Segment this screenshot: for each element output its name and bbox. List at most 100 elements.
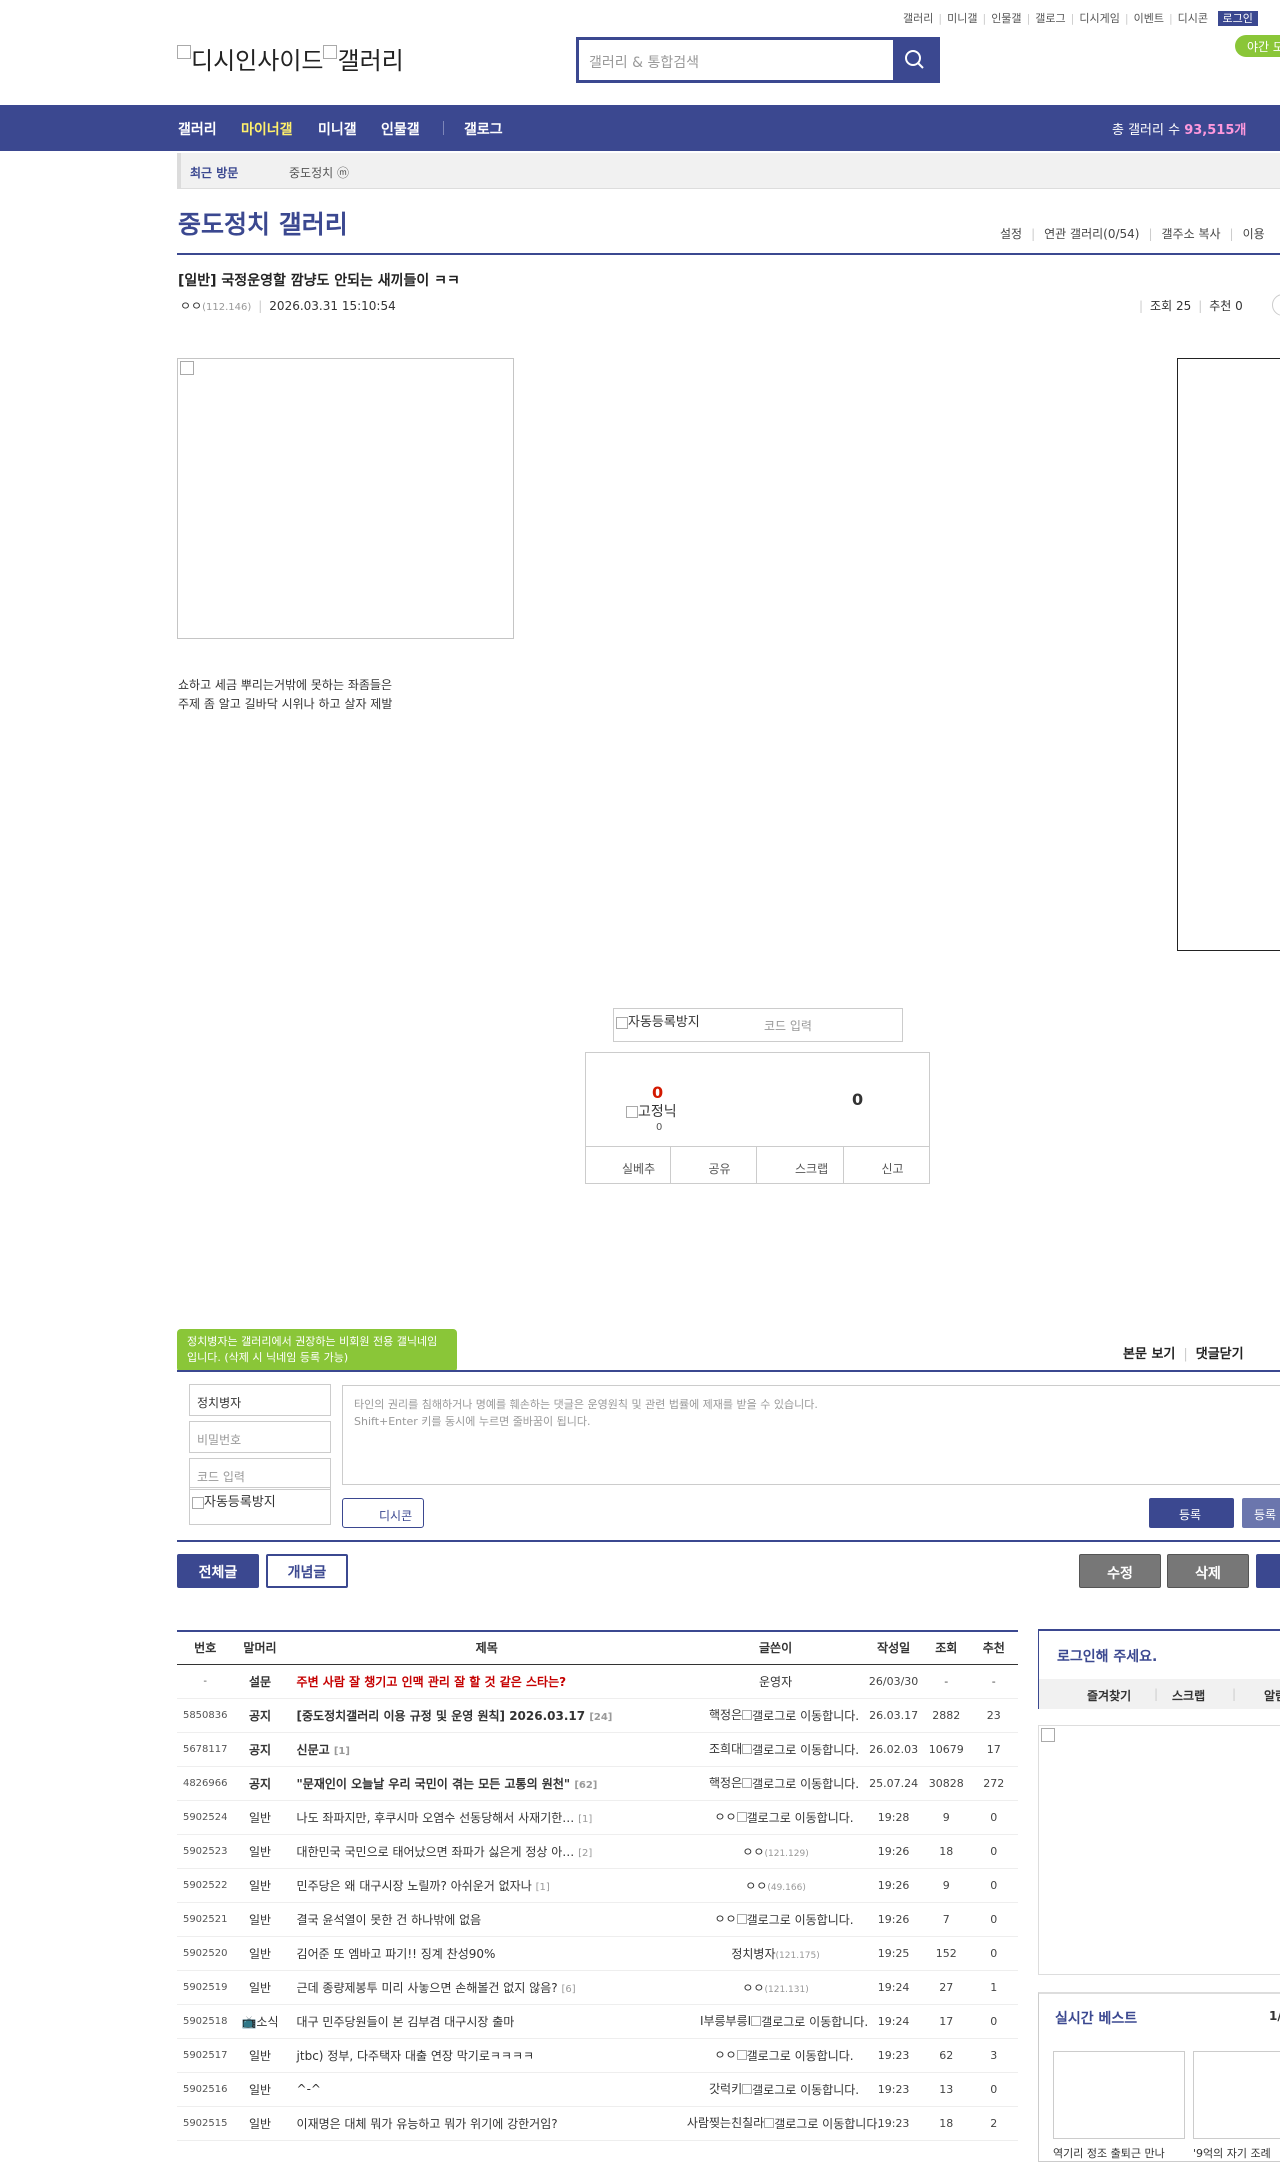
view-body-link[interactable]: 본문 보기 bbox=[1123, 1347, 1175, 1362]
reply-count[interactable]: [62] bbox=[574, 1780, 597, 1791]
post-title-link[interactable]: 신문고 bbox=[297, 1743, 330, 1757]
post-title-link[interactable]: 근데 종량제봉투 미리 사놓으면 손해볼건 없지 않음? bbox=[297, 1981, 558, 1995]
post-title-cell[interactable]: ^-^ bbox=[286, 2072, 687, 2107]
post-title-link[interactable]: ^-^ bbox=[297, 2082, 321, 2096]
login-prompt[interactable]: 로그인해 주세요. bbox=[1057, 1646, 1157, 1666]
writer-nick[interactable]: ㅇㅇ bbox=[715, 2048, 737, 2062]
post-title-cell[interactable]: 주변 사람 잘 챙기고 인맥 관리 잘 할 것 같은 스타는? bbox=[286, 1664, 687, 1699]
writer-nick[interactable]: 핵정은 bbox=[709, 1708, 742, 1722]
writer-nick[interactable]: ㅇㅇ bbox=[745, 1879, 767, 1893]
gallog-icon[interactable]: 갤로그로 이동합니다. bbox=[742, 1776, 859, 1792]
gallog-icon[interactable]: 갤로그로 이동합니다. bbox=[736, 1810, 854, 1826]
writer-nick[interactable]: ㅇㅇ bbox=[742, 1981, 764, 1995]
reply-count[interactable]: [6] bbox=[561, 1984, 575, 1995]
upvote-count[interactable]: 0 bbox=[652, 1083, 663, 1102]
writer-nick[interactable]: I부릉부릉I bbox=[700, 2014, 751, 2028]
top-menu-event[interactable]: 이벤트 bbox=[1134, 12, 1164, 25]
report-button[interactable]: 신고 bbox=[842, 1147, 930, 1184]
login-button[interactable]: 로그인 bbox=[1217, 11, 1258, 26]
all-posts-button[interactable]: 전체글 bbox=[177, 1554, 259, 1588]
nav-minor-gallery[interactable]: 마이너갤 bbox=[241, 119, 293, 139]
gallog-icon[interactable]: 갤로그로 이동합니다. bbox=[736, 1912, 854, 1928]
table-row[interactable]: 5902523 일반 대한민국 국민으로 태어났으면 좌파가 싫은게 정상 아… [… bbox=[177, 1834, 1018, 1869]
table-row[interactable]: 5902520 일반 김어준 또 엠바고 파기!! 징계 찬성90% 정치병자(121… bbox=[177, 1936, 1018, 1971]
post-title-cell[interactable]: 근데 종량제봉투 미리 사놓으면 손해볼건 없지 않음? [6] bbox=[286, 1970, 687, 2005]
gallog-icon[interactable]: 갤로그로 이동합니다. bbox=[742, 2082, 859, 2098]
password-field[interactable]: 비밀번호 bbox=[189, 1421, 331, 1453]
top-menu-gallery[interactable]: 갤러리 bbox=[903, 12, 933, 25]
post-title-cell[interactable]: "문재인이 오늘날 우리 국민이 겪는 모든 고통의 원천" [62] bbox=[286, 1766, 687, 1801]
downvote-count[interactable]: 0 bbox=[852, 1090, 863, 1109]
post-title-link[interactable]: 민주당은 왜 대구시장 노릴까? 아쉬운거 없자나 bbox=[297, 1879, 532, 1893]
side-ad[interactable] bbox=[1177, 358, 1280, 951]
alarm-link[interactable]: 알림 bbox=[1264, 1687, 1280, 1704]
realtime-best-caption[interactable]: '9억의 자기 조례 bbox=[1193, 2145, 1271, 2161]
post-title-link[interactable]: 대구 민주당원들이 본 김부겸 대구시장 출마 bbox=[297, 2015, 515, 2029]
search-button[interactable] bbox=[893, 40, 937, 80]
gallog-icon[interactable]: 갤로그로 이동합니다. bbox=[764, 2116, 881, 2132]
writer-nick[interactable]: 사람찢는친칠라 bbox=[687, 2116, 764, 2130]
gallery-settings-link[interactable]: 설정 bbox=[1000, 227, 1022, 241]
table-row[interactable]: 5902522 일반 민주당은 왜 대구시장 노릴까? 아쉬운거 없자나 [1] ㅇㅇ… bbox=[177, 1868, 1018, 1903]
top-menu-persongall[interactable]: 인물갤 bbox=[991, 12, 1021, 25]
side-ad-2[interactable] bbox=[1038, 1725, 1280, 1975]
close-comments-link[interactable]: 댓글닫기 bbox=[1196, 1347, 1244, 1362]
write-button[interactable] bbox=[1256, 1554, 1280, 1588]
nav-person-gallery[interactable]: 인물갤 bbox=[381, 119, 420, 139]
post-title-cell[interactable]: 민주당은 왜 대구시장 노릴까? 아쉬운거 없자나 [1] bbox=[286, 1868, 687, 1903]
reply-count[interactable]: [24] bbox=[589, 1712, 612, 1723]
writer-nick[interactable]: 조희대 bbox=[709, 1742, 742, 1756]
table-row[interactable]: 5678117 공지 신문고 [1] 조희대 갤로그로 이동합니다. 26.02.03 10… bbox=[177, 1732, 1018, 1767]
reply-count[interactable]: [2] bbox=[578, 1848, 592, 1859]
nav-gallery[interactable]: 갤러리 bbox=[178, 119, 217, 139]
post-title-cell[interactable]: jtbc) 정부, 다주택자 대출 연장 막기로ㅋㅋㅋㅋ bbox=[286, 2038, 687, 2073]
reply-count[interactable]: [1] bbox=[536, 1882, 550, 1893]
writer-nick[interactable]: 운영자 bbox=[759, 1675, 792, 1689]
captcha-code-input[interactable]: 코드 입력 bbox=[764, 1017, 812, 1034]
post-title-link[interactable]: jtbc) 정부, 다주택자 대출 연장 막기로ㅋㅋㅋㅋ bbox=[297, 2049, 535, 2063]
nav-mini-gallery[interactable]: 미니갤 bbox=[318, 119, 357, 139]
gallog-icon[interactable]: 갤로그로 이동합니다. bbox=[742, 1742, 859, 1758]
post-image[interactable] bbox=[177, 358, 514, 639]
post-title-cell[interactable]: 이재명은 대체 뭐가 유능하고 뭐가 위기에 강한거임? bbox=[286, 2106, 687, 2141]
scrap-link[interactable]: 스크랩 bbox=[1172, 1687, 1205, 1704]
writer-nick[interactable]: 정치병자 bbox=[731, 1947, 775, 1961]
top-menu-minigall[interactable]: 미니갤 bbox=[947, 12, 977, 25]
reply-count[interactable]: [1] bbox=[578, 1814, 592, 1825]
search-input[interactable]: 갤러리 & 통합검색 bbox=[589, 52, 699, 72]
scrap-button[interactable]: 스크랩 bbox=[756, 1147, 843, 1184]
table-row[interactable]: 5850836 공지 [중도정치갤러리 이용 규정 및 운영 원칙] 2026.03… bbox=[177, 1698, 1018, 1733]
table-row[interactable]: 4826966 공지 "문재인이 오늘날 우리 국민이 겪는 모든 고통의 원천" … bbox=[177, 1766, 1018, 1801]
site-logo[interactable]: 디시인사이드 갤러리 bbox=[177, 41, 404, 76]
table-row[interactable]: 5902517 일반 jtbc) 정부, 다주택자 대출 연장 막기로ㅋㅋㅋㅋ ㅇㅇ 갤… bbox=[177, 2038, 1018, 2073]
table-row[interactable]: 5902518 📺소식 대구 민주당원들이 본 김부겸 대구시장 출마 I부릉부릉I 갤… bbox=[177, 2004, 1018, 2039]
table-row[interactable]: 5902524 일반 나도 좌파지만, 후쿠시마 오염수 선동당해서 사재기한… [… bbox=[177, 1800, 1018, 1835]
best-recommend-button[interactable]: 실베추 bbox=[586, 1147, 670, 1184]
post-title-link[interactable]: 김어준 또 엠바고 파기!! 징계 찬성90% bbox=[297, 1947, 496, 1961]
writer-nick[interactable]: ㅇㅇ bbox=[715, 1810, 737, 1824]
related-gallery-link[interactable]: 연관 갤러리(0/54) bbox=[1044, 227, 1139, 241]
post-title-link[interactable]: "문재인이 오늘날 우리 국민이 겪는 모든 고통의 원천" bbox=[297, 1777, 571, 1791]
writer-nick[interactable]: 갓럭키 bbox=[709, 2082, 742, 2096]
recent-visit-item[interactable]: 중도정치 ⓜ bbox=[289, 164, 349, 181]
copy-url-link[interactable]: 갤주소 복사 bbox=[1162, 227, 1221, 241]
gallery-title[interactable]: 중도정치 갤러리 bbox=[178, 205, 348, 241]
post-title-cell[interactable]: 나도 좌파지만, 후쿠시마 오염수 선동당해서 사재기한… [1] bbox=[286, 1800, 687, 1835]
post-title-link[interactable]: [중도정치갤러리 이용 규정 및 운영 원칙] 2026.03.17 bbox=[297, 1709, 586, 1723]
more-options-icon[interactable] bbox=[1272, 294, 1280, 316]
name-field[interactable]: 정치병자 bbox=[189, 1384, 331, 1416]
table-row[interactable]: 5902519 일반 근데 종량제봉투 미리 사놓으면 손해볼건 없지 않음? [6… bbox=[177, 1970, 1018, 2005]
nav-gallog[interactable]: 갤로그 bbox=[464, 119, 503, 139]
post-title-link[interactable]: 결국 윤석열이 못한 건 하나밖에 없음 bbox=[297, 1913, 482, 1927]
concept-posts-button[interactable]: 개념글 bbox=[266, 1554, 348, 1588]
post-title-cell[interactable]: 결국 윤석열이 못한 건 하나밖에 없음 bbox=[286, 1902, 687, 1937]
realtime-best-caption[interactable]: 역기리 정조 출퇴근 만나 bbox=[1053, 2145, 1165, 2161]
share-button[interactable]: 공유 bbox=[669, 1147, 757, 1184]
night-mode-button[interactable]: 야간 모 bbox=[1235, 35, 1280, 57]
writer-nick[interactable]: 핵정은 bbox=[709, 1776, 742, 1790]
table-row[interactable]: 5902516 일반 ^-^ 갓럭키 갤로그로 이동합니다. 19:23 13 0 bbox=[177, 2072, 1018, 2107]
top-menu-gallog[interactable]: 갤로그 bbox=[1035, 12, 1065, 25]
table-row[interactable]: 5902521 일반 결국 윤석열이 못한 건 하나밖에 없음 ㅇㅇ 갤로그로 이동합니… bbox=[177, 1902, 1018, 1937]
post-title-cell[interactable]: 대한민국 국민으로 태어났으면 좌파가 싫은게 정상 아… [2] bbox=[286, 1834, 687, 1869]
post-title-cell[interactable]: 대구 민주당원들이 본 김부겸 대구시장 출마 bbox=[286, 2004, 687, 2039]
